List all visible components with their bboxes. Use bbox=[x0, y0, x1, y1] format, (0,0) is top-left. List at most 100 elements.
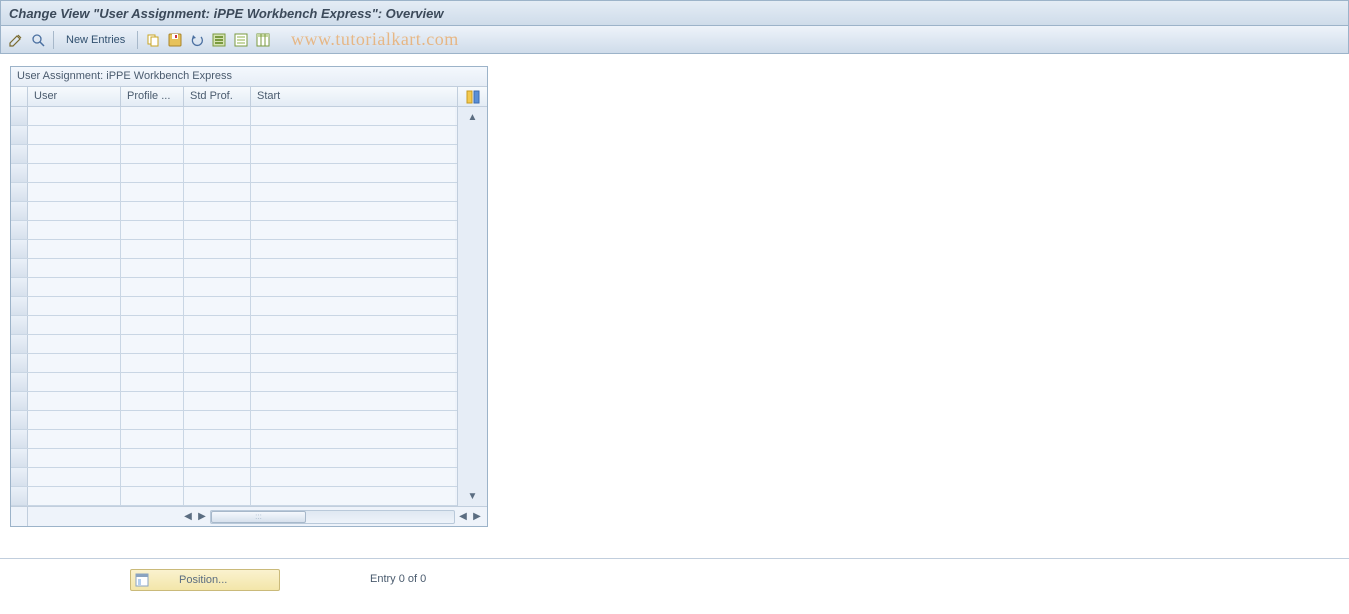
table-row[interactable] bbox=[11, 316, 457, 335]
vertical-scrollbar[interactable]: ▲ ▼ bbox=[458, 107, 487, 506]
table-row[interactable] bbox=[11, 468, 457, 487]
cell-start[interactable] bbox=[251, 430, 455, 448]
undo-icon[interactable] bbox=[188, 31, 206, 49]
scroll-up-icon[interactable]: ▲ bbox=[466, 110, 480, 124]
row-selector-header[interactable] bbox=[11, 87, 28, 106]
cell-start[interactable] bbox=[251, 259, 455, 277]
cell-start[interactable] bbox=[251, 373, 455, 391]
column-header-start[interactable]: Start bbox=[251, 87, 455, 106]
row-selector[interactable] bbox=[11, 373, 28, 391]
cell-start[interactable] bbox=[251, 487, 455, 505]
cell-user[interactable] bbox=[28, 221, 121, 239]
row-selector[interactable] bbox=[11, 126, 28, 144]
table-row[interactable] bbox=[11, 449, 457, 468]
row-selector[interactable] bbox=[11, 335, 28, 353]
cell-std-prof[interactable] bbox=[184, 468, 251, 486]
table-row[interactable] bbox=[11, 145, 457, 164]
cell-user[interactable] bbox=[28, 202, 121, 220]
cell-std-prof[interactable] bbox=[184, 449, 251, 467]
table-row[interactable] bbox=[11, 373, 457, 392]
cell-std-prof[interactable] bbox=[184, 354, 251, 372]
configure-columns-icon[interactable] bbox=[458, 87, 487, 107]
copy-icon[interactable] bbox=[144, 31, 162, 49]
cell-profile[interactable] bbox=[121, 297, 184, 315]
scroll-left-icon[interactable]: ◀ bbox=[182, 510, 194, 524]
row-selector[interactable] bbox=[11, 259, 28, 277]
cell-std-prof[interactable] bbox=[184, 164, 251, 182]
row-selector[interactable] bbox=[11, 354, 28, 372]
scroll-track[interactable] bbox=[466, 127, 480, 486]
table-row[interactable] bbox=[11, 487, 457, 506]
cell-user[interactable] bbox=[28, 354, 121, 372]
cell-user[interactable] bbox=[28, 316, 121, 334]
cell-std-prof[interactable] bbox=[184, 240, 251, 258]
cell-user[interactable] bbox=[28, 335, 121, 353]
position-button[interactable]: Position... bbox=[130, 569, 280, 591]
cell-user[interactable] bbox=[28, 392, 121, 410]
table-row[interactable] bbox=[11, 164, 457, 183]
cell-std-prof[interactable] bbox=[184, 335, 251, 353]
table-row[interactable] bbox=[11, 335, 457, 354]
row-selector[interactable] bbox=[11, 468, 28, 486]
cell-profile[interactable] bbox=[121, 316, 184, 334]
cell-start[interactable] bbox=[251, 316, 455, 334]
row-selector[interactable] bbox=[11, 221, 28, 239]
cell-start[interactable] bbox=[251, 240, 455, 258]
cell-user[interactable] bbox=[28, 164, 121, 182]
cell-start[interactable] bbox=[251, 449, 455, 467]
cell-start[interactable] bbox=[251, 145, 455, 163]
column-header-std-prof[interactable]: Std Prof. bbox=[184, 87, 251, 106]
table-row[interactable] bbox=[11, 297, 457, 316]
cell-user[interactable] bbox=[28, 449, 121, 467]
row-selector[interactable] bbox=[11, 183, 28, 201]
cell-std-prof[interactable] bbox=[184, 297, 251, 315]
cell-profile[interactable] bbox=[121, 373, 184, 391]
cell-user[interactable] bbox=[28, 126, 121, 144]
row-selector[interactable] bbox=[11, 487, 28, 505]
table-row[interactable] bbox=[11, 354, 457, 373]
cell-user[interactable] bbox=[28, 297, 121, 315]
cell-std-prof[interactable] bbox=[184, 373, 251, 391]
cell-profile[interactable] bbox=[121, 487, 184, 505]
cell-profile[interactable] bbox=[121, 202, 184, 220]
cell-user[interactable] bbox=[28, 468, 121, 486]
table-row[interactable] bbox=[11, 183, 457, 202]
cell-start[interactable] bbox=[251, 278, 455, 296]
cell-std-prof[interactable] bbox=[184, 107, 251, 125]
cell-user[interactable] bbox=[28, 259, 121, 277]
scroll-right-icon[interactable]: ▶ bbox=[196, 510, 208, 524]
table-row[interactable] bbox=[11, 221, 457, 240]
cell-std-prof[interactable] bbox=[184, 487, 251, 505]
deselect-all-icon[interactable] bbox=[232, 31, 250, 49]
cell-profile[interactable] bbox=[121, 183, 184, 201]
cell-std-prof[interactable] bbox=[184, 259, 251, 277]
scroll-down-icon[interactable]: ▼ bbox=[466, 489, 480, 503]
cell-profile[interactable] bbox=[121, 107, 184, 125]
table-row[interactable] bbox=[11, 126, 457, 145]
table-settings-icon[interactable] bbox=[254, 31, 272, 49]
cell-profile[interactable] bbox=[121, 468, 184, 486]
cell-profile[interactable] bbox=[121, 145, 184, 163]
select-all-icon[interactable] bbox=[210, 31, 228, 49]
cell-std-prof[interactable] bbox=[184, 316, 251, 334]
table-row[interactable] bbox=[11, 411, 457, 430]
cell-profile[interactable] bbox=[121, 335, 184, 353]
cell-start[interactable] bbox=[251, 354, 455, 372]
cell-user[interactable] bbox=[28, 145, 121, 163]
cell-std-prof[interactable] bbox=[184, 411, 251, 429]
row-selector[interactable] bbox=[11, 449, 28, 467]
cell-profile[interactable] bbox=[121, 164, 184, 182]
cell-start[interactable] bbox=[251, 221, 455, 239]
cell-profile[interactable] bbox=[121, 278, 184, 296]
cell-profile[interactable] bbox=[121, 354, 184, 372]
table-row[interactable] bbox=[11, 240, 457, 259]
row-selector[interactable] bbox=[11, 411, 28, 429]
cell-std-prof[interactable] bbox=[184, 126, 251, 144]
row-selector[interactable] bbox=[11, 202, 28, 220]
column-header-user[interactable]: User bbox=[28, 87, 121, 106]
table-row[interactable] bbox=[11, 278, 457, 297]
cell-user[interactable] bbox=[28, 430, 121, 448]
cell-start[interactable] bbox=[251, 468, 455, 486]
cell-user[interactable] bbox=[28, 240, 121, 258]
cell-start[interactable] bbox=[251, 126, 455, 144]
